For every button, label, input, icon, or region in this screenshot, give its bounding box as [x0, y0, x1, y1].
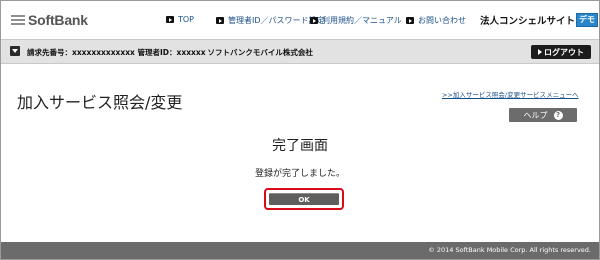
chevron-down-icon[interactable]: [10, 46, 20, 56]
arrow-right-icon: [166, 16, 174, 23]
demo-badge: デモ: [576, 13, 599, 27]
ok-button[interactable]: OK: [269, 193, 339, 205]
nav-link-label: お問い合わせ: [418, 16, 466, 25]
logo-mark-icon: [11, 15, 25, 25]
arrow-right-icon: [216, 17, 224, 24]
account-bar: 請求先番号：xxxxxxxxxxxxx 管理者ID：xxxxxx ソフトバンクモバ…: [1, 39, 599, 64]
nav-link-terms-manual[interactable]: 利用規約／マニュアル: [310, 15, 402, 26]
softbank-logo[interactable]: SoftBank: [11, 12, 88, 28]
logo-text: SoftBank: [28, 12, 88, 28]
play-icon: [538, 49, 542, 55]
header: SoftBank TOP 管理者ID／パスワード設定 利用規約／マニュアル お問…: [1, 1, 599, 39]
logout-button[interactable]: ログアウト: [531, 45, 591, 59]
service-menu-link[interactable]: >>加入サービス照会/変更サービスメニューへ: [442, 89, 579, 99]
nav-link-admin-password[interactable]: 管理者ID／パスワード設定: [216, 15, 325, 26]
site-name-text: 法人コンシェルサイト: [480, 16, 576, 27]
footer: © 2014 SoftBank Mobile Corp. All rights …: [1, 242, 599, 259]
page-title: 加入サービス照会/変更: [17, 93, 183, 112]
nav-link-label: TOP: [178, 15, 195, 24]
question-icon: ?: [553, 110, 563, 120]
help-button[interactable]: ヘルプ ?: [509, 108, 577, 122]
completion-message: 登録が完了しました。: [254, 169, 345, 179]
help-label: ヘルプ: [523, 110, 548, 120]
account-info-text: 請求先番号：xxxxxxxxxxxxx 管理者ID：xxxxxx: [27, 48, 206, 57]
company-name: ソフトバンクモバイル株式会社: [207, 48, 313, 57]
nav-link-contact[interactable]: お問い合わせ: [406, 15, 466, 26]
arrow-right-icon: [406, 17, 414, 24]
completion-heading: 完了画面: [272, 138, 328, 154]
nav-link-label: 利用規約／マニュアル: [322, 16, 402, 25]
account-info: 請求先番号：xxxxxxxxxxxxx 管理者ID：xxxxxx ソフトバンクモバ…: [27, 47, 313, 58]
arrow-right-icon: [310, 17, 318, 24]
copyright: © 2014 SoftBank Mobile Corp. All rights …: [428, 246, 591, 254]
nav-link-top[interactable]: TOP: [166, 15, 194, 24]
app-window: SoftBank TOP 管理者ID／パスワード設定 利用規約／マニュアル お問…: [0, 0, 600, 260]
site-name: 法人コンシェルサイト デモ: [480, 13, 599, 27]
logout-label: ログアウト: [544, 47, 584, 57]
